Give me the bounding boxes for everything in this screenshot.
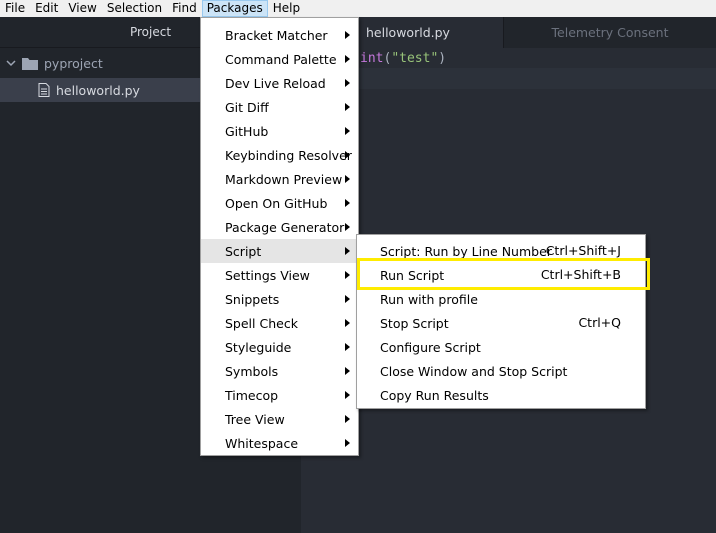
submenu-arrow-icon	[345, 431, 350, 455]
menu-item-label: Script: Run by Line Number	[380, 243, 552, 259]
menu-item-label: Symbols	[225, 363, 279, 379]
code-string: "test"	[391, 50, 439, 66]
menu-item-command-palette[interactable]: Command Palette	[201, 47, 358, 71]
menu-item-bracket-matcher[interactable]: Bracket Matcher	[201, 23, 358, 47]
menu-item-label: Run with profile	[380, 291, 478, 307]
code-paren-open: (	[383, 50, 392, 66]
submenu-arrow-icon	[345, 119, 350, 143]
submenu-arrow-icon	[345, 239, 350, 263]
menu-item-label: Copy Run Results	[380, 387, 489, 403]
shortcut-label: Ctrl+Q	[578, 315, 621, 330]
submenu-arrow-icon	[345, 191, 350, 215]
folder-pyproject[interactable]: pyproject	[0, 51, 103, 75]
submenu-arrow-icon	[345, 407, 350, 431]
submenu-arrow-icon	[345, 95, 350, 119]
menu-item-stop-script[interactable]: Stop Script Ctrl+Q	[357, 311, 645, 335]
menu-item-open-on-github[interactable]: Open On GitHub	[201, 191, 358, 215]
menu-item-styleguide[interactable]: Styleguide	[201, 335, 358, 359]
menu-item-label: Tree View	[225, 411, 285, 427]
submenu-arrow-icon	[345, 47, 350, 71]
menu-item-keybinding-resolver[interactable]: Keybinding Resolver	[201, 143, 358, 167]
menu-item-markdown-preview[interactable]: Markdown Preview	[201, 167, 358, 191]
folder-label: pyproject	[44, 55, 103, 71]
menu-item-label: Markdown Preview	[225, 171, 343, 187]
code-paren-close: )	[438, 50, 447, 66]
menu-item-label: Styleguide	[225, 339, 292, 355]
tab-bar: helloworld.py Telemetry Consent	[301, 17, 716, 48]
script-submenu: Script: Run by Line Number Ctrl+Shift+J R…	[356, 234, 646, 409]
menu-item-label: Command Palette	[225, 51, 337, 67]
submenu-arrow-icon	[345, 359, 350, 383]
menu-item-github[interactable]: GitHub	[201, 119, 358, 143]
chevron-down-icon	[6, 60, 16, 67]
menu-packages[interactable]: Packages	[201, 0, 268, 17]
submenu-arrow-icon	[345, 311, 350, 335]
menu-item-label: Keybinding Resolver	[225, 147, 352, 163]
menu-item-label: Close Window and Stop Script	[380, 363, 568, 379]
menu-item-settings-view[interactable]: Settings View	[201, 263, 358, 287]
menu-edit[interactable]: Edit	[30, 0, 63, 17]
menu-item-tree-view[interactable]: Tree View	[201, 407, 358, 431]
shortcut-label: Ctrl+Shift+J	[545, 243, 621, 258]
menu-item-label: Spell Check	[225, 315, 298, 331]
menu-item-label: Open On GitHub	[225, 195, 328, 211]
menu-item-label: Bracket Matcher	[225, 27, 328, 43]
shortcut-label: Ctrl+Shift+B	[540, 267, 621, 282]
menu-selection[interactable]: Selection	[102, 0, 167, 17]
submenu-arrow-icon	[345, 23, 350, 47]
menu-item-label: GitHub	[225, 123, 269, 139]
submenu-arrow-icon	[345, 263, 350, 287]
code-fn: int	[360, 50, 384, 66]
code-line-1: int("test")	[301, 48, 716, 68]
submenu-arrow-icon	[345, 335, 350, 359]
file-icon	[38, 83, 50, 97]
menu-item-symbols[interactable]: Symbols	[201, 359, 358, 383]
menu-item-label: Script	[225, 243, 262, 259]
menu-item-run-with-profile[interactable]: Run with profile	[357, 287, 645, 311]
submenu-arrow-icon	[345, 143, 350, 167]
menu-item-package-generator[interactable]: Package Generator	[201, 215, 358, 239]
menu-item-git-diff[interactable]: Git Diff	[201, 95, 358, 119]
packages-menu: Bracket Matcher Command Palette Dev Live…	[200, 17, 359, 456]
menu-item-close-window-and-stop[interactable]: Close Window and Stop Script	[357, 359, 645, 383]
menu-help[interactable]: Help	[268, 0, 305, 17]
menu-item-label: Timecop	[225, 387, 279, 403]
menu-file[interactable]: File	[0, 0, 30, 17]
menu-item-timecop[interactable]: Timecop	[201, 383, 358, 407]
menu-item-script[interactable]: Script	[201, 239, 358, 263]
cursor-line	[301, 68, 716, 89]
submenu-arrow-icon	[345, 215, 350, 239]
folder-icon	[22, 57, 38, 70]
menu-item-copy-run-results[interactable]: Copy Run Results	[357, 383, 645, 407]
menu-item-run-script[interactable]: Run Script Ctrl+Shift+B	[357, 263, 645, 287]
menu-item-label: Snippets	[225, 291, 280, 307]
menu-item-label: Git Diff	[225, 99, 269, 115]
menu-item-label: Settings View	[225, 267, 310, 283]
submenu-arrow-icon	[345, 383, 350, 407]
menu-item-dev-live-reload[interactable]: Dev Live Reload	[201, 71, 358, 95]
menu-find[interactable]: Find	[167, 0, 202, 17]
menu-item-label: Configure Script	[380, 339, 481, 355]
menu-item-label: Package Generator	[225, 219, 345, 235]
submenu-arrow-icon	[345, 71, 350, 95]
menu-item-spell-check[interactable]: Spell Check	[201, 311, 358, 335]
menu-view[interactable]: View	[63, 0, 101, 17]
menu-item-configure-script[interactable]: Configure Script	[357, 335, 645, 359]
submenu-arrow-icon	[345, 167, 350, 191]
tab-telemetry-consent[interactable]: Telemetry Consent	[503, 17, 716, 48]
menu-item-label: Run Script	[380, 267, 445, 283]
menu-item-label: Dev Live Reload	[225, 75, 326, 91]
menu-bar: File Edit View Selection Find Packages H…	[0, 0, 716, 17]
menu-item-label: Stop Script	[380, 315, 449, 331]
menu-item-label: Whitespace	[225, 435, 299, 451]
file-label: helloworld.py	[56, 82, 140, 98]
menu-item-snippets[interactable]: Snippets	[201, 287, 358, 311]
submenu-arrow-icon	[345, 287, 350, 311]
menu-item-whitespace[interactable]: Whitespace	[201, 431, 358, 455]
menu-item-run-by-line-number[interactable]: Script: Run by Line Number Ctrl+Shift+J	[357, 239, 645, 263]
